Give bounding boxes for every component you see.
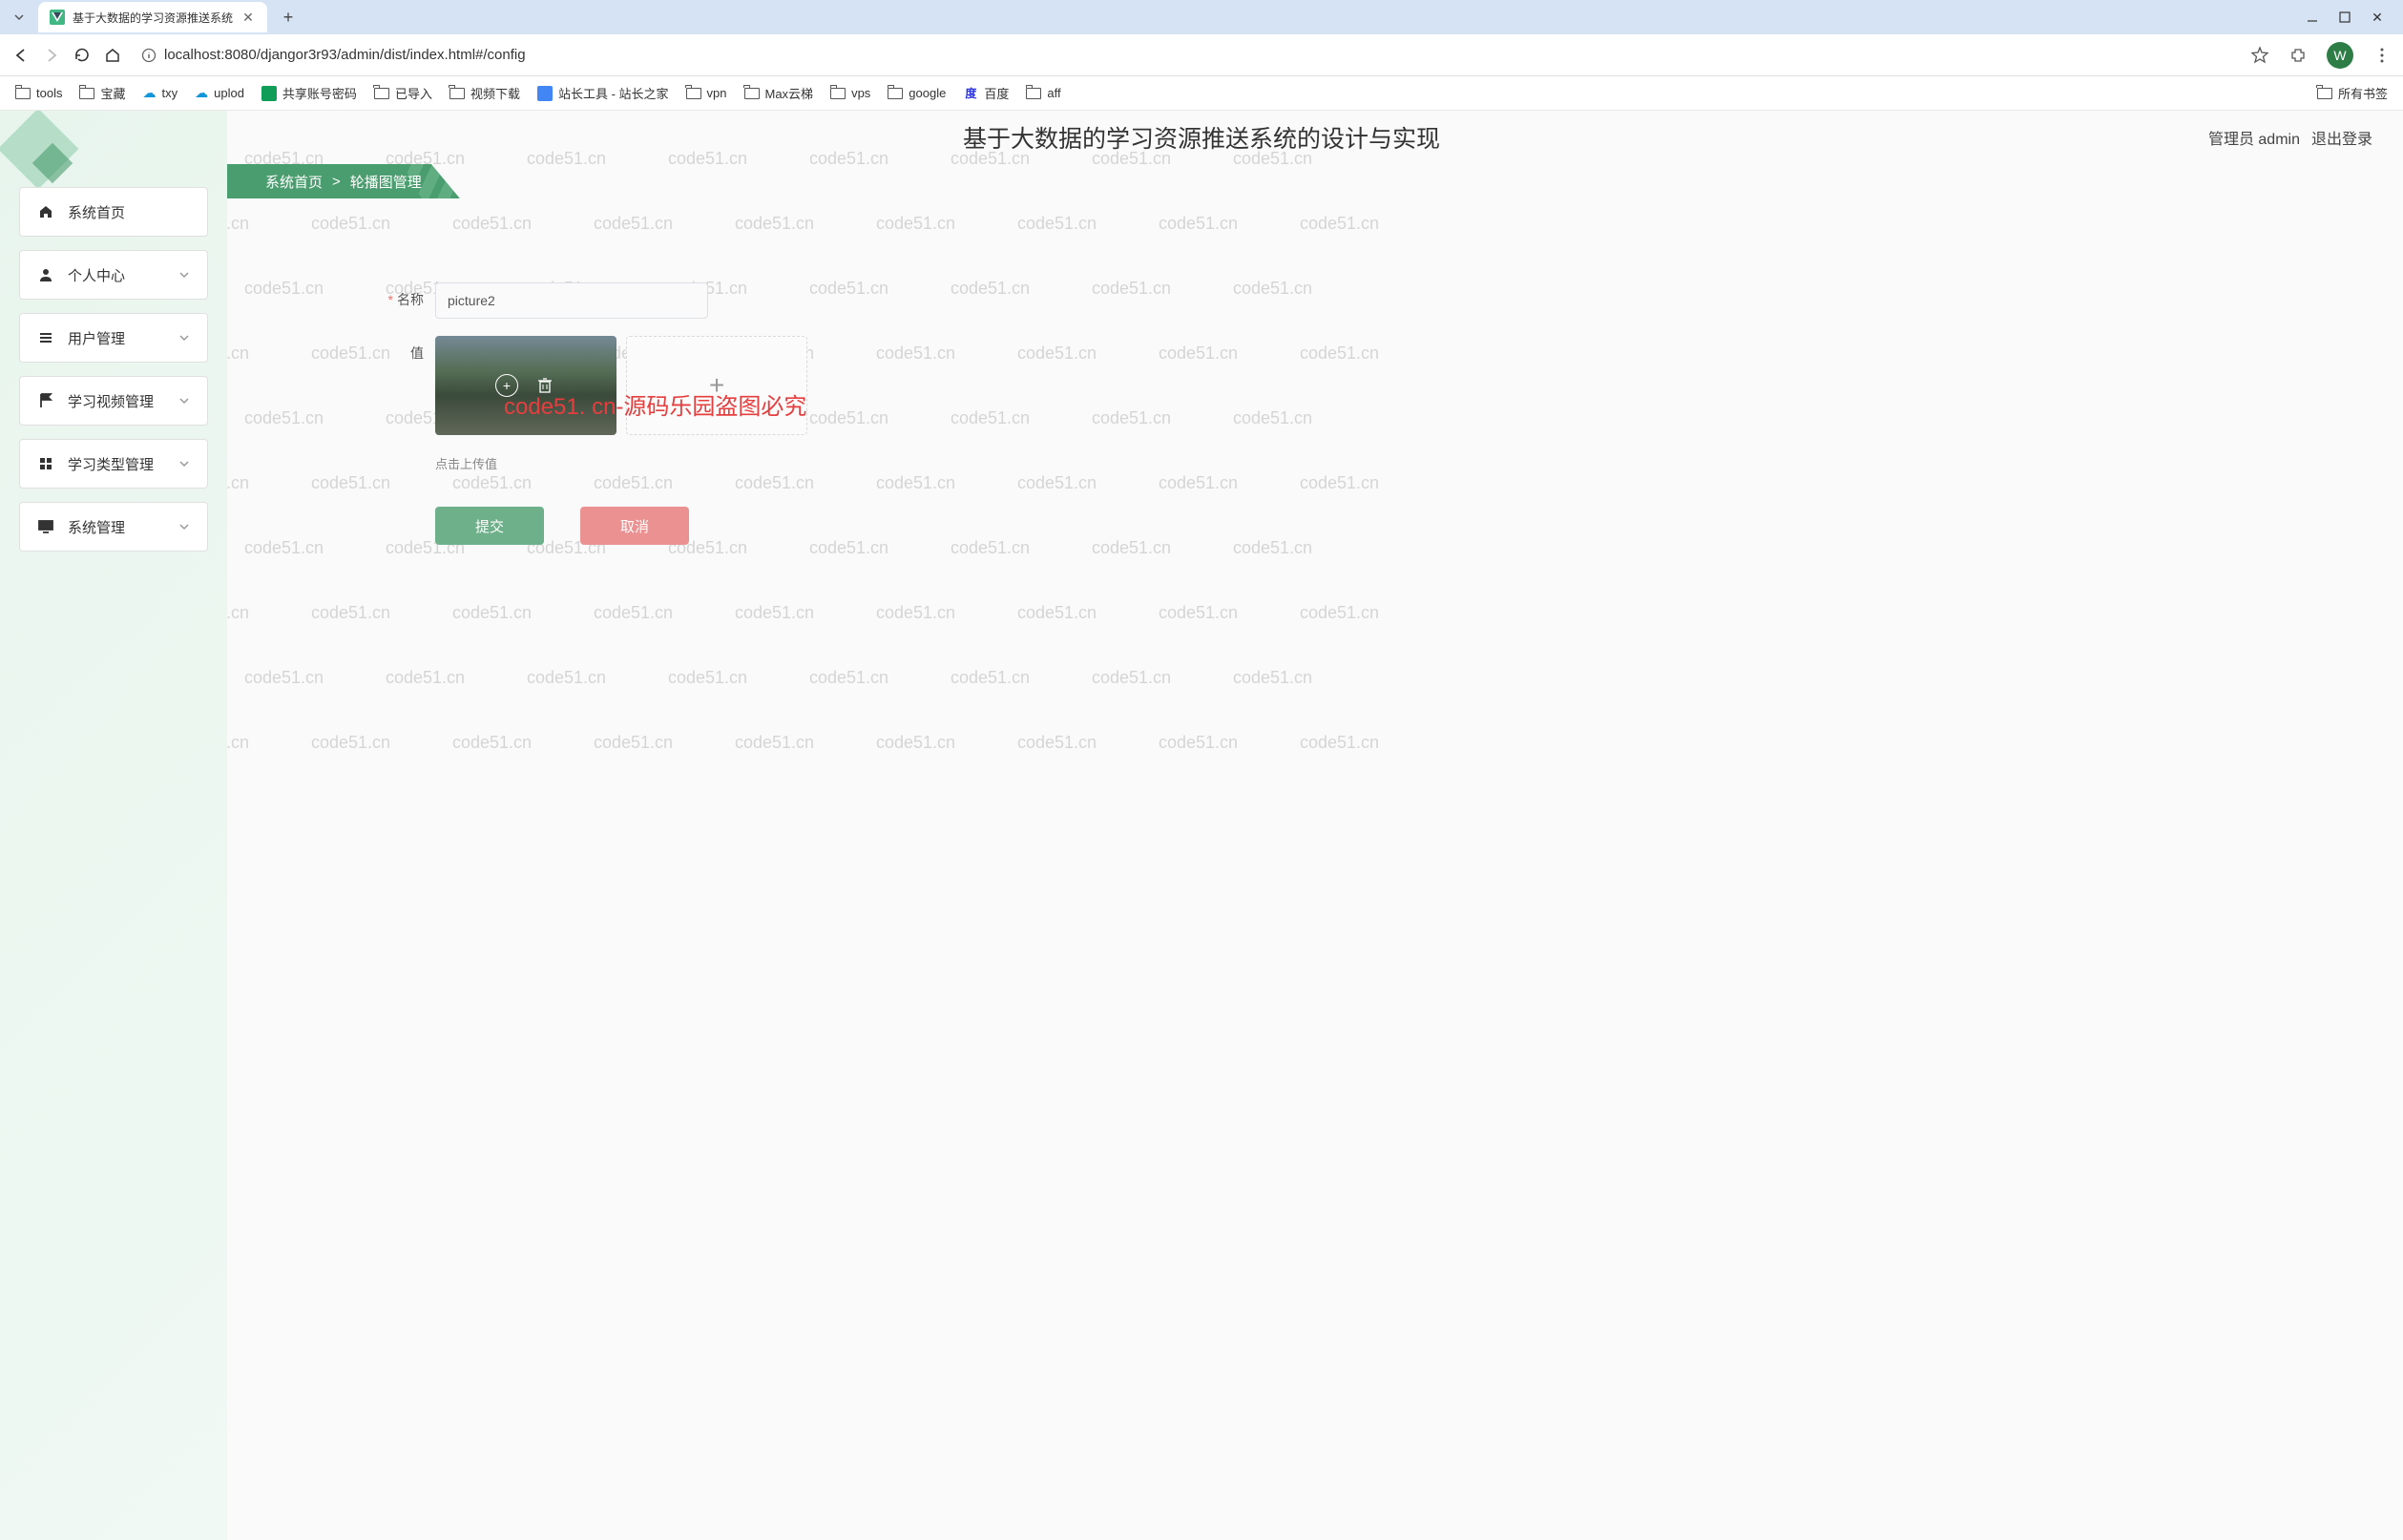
bookmark-item[interactable]: 度百度	[963, 84, 1009, 102]
list-icon	[37, 329, 54, 346]
sidebar-item[interactable]: 学习类型管理	[19, 439, 208, 489]
bookmark-label: Max云梯	[765, 84, 814, 102]
sidebar-item[interactable]: 用户管理	[19, 313, 208, 363]
admin-label[interactable]: 管理员 admin	[2208, 126, 2300, 149]
bookmark-label: uplod	[214, 86, 244, 100]
bookmark-label: google	[909, 86, 946, 100]
nav-back-button[interactable]	[11, 46, 31, 65]
bookmark-label: txy	[161, 86, 178, 100]
bookmark-item[interactable]: Max云梯	[744, 84, 814, 102]
form-label-name: *名称	[382, 282, 435, 309]
upload-add-button[interactable]: +	[626, 336, 807, 435]
nav-forward-button[interactable]	[42, 46, 61, 65]
sidebar-item-label: 学习视频管理	[68, 391, 154, 411]
browser-chrome: 基于大数据的学习资源推送系统 ✕ + ✕	[0, 0, 2403, 111]
sidebar-item-label: 用户管理	[68, 328, 125, 348]
zoom-icon[interactable]: +	[495, 374, 518, 397]
bookmark-bar: tools 宝藏 ☁txy ☁uplod 共享账号密码 已导入 视频下载 站长工具 - 站长之…	[0, 76, 2403, 111]
browser-tab[interactable]: 基于大数据的学习资源推送系统 ✕	[38, 2, 267, 32]
new-tab-button[interactable]: +	[275, 4, 302, 31]
maximize-button[interactable]	[2338, 10, 2351, 24]
url-bar[interactable]	[134, 47, 2239, 63]
trash-icon[interactable]	[533, 374, 556, 397]
home-icon	[37, 203, 54, 220]
tab-close-button[interactable]: ✕	[240, 10, 256, 25]
site-info-icon[interactable]	[141, 48, 157, 63]
bookmark-item[interactable]: 视频下载	[449, 84, 520, 102]
page-title: 基于大数据的学习资源推送系统的设计与实现	[963, 120, 1440, 155]
uploaded-image-thumb[interactable]: +	[435, 336, 616, 435]
bookmark-label: 视频下载	[470, 84, 520, 102]
sidebar-item-label: 个人中心	[68, 265, 125, 285]
upload-hint: 点击上传值	[435, 454, 807, 472]
grid-icon	[37, 455, 54, 472]
browser-menu-button[interactable]	[2372, 46, 2392, 65]
bookmark-item[interactable]: vps	[830, 86, 870, 100]
close-window-button[interactable]: ✕	[2371, 10, 2384, 24]
chevron-down-icon	[178, 458, 190, 469]
chevron-down-icon	[178, 332, 190, 343]
extensions-button[interactable]	[2288, 46, 2308, 65]
vue-favicon-icon	[50, 10, 65, 25]
form-label-value: 值	[382, 336, 435, 363]
chevron-down-icon	[178, 269, 190, 281]
app-header: 基于大数据的学习资源推送系统的设计与实现 管理员 admin 退出登录	[0, 111, 2403, 164]
bookmark-item[interactable]: google	[888, 86, 946, 100]
sidebar-item[interactable]: 系统管理	[19, 502, 208, 551]
sidebar-nav: 系统首页个人中心用户管理学习视频管理学习类型管理系统管理	[19, 187, 208, 565]
bookmark-label: 站长工具 - 站长之家	[558, 84, 669, 102]
nav-bar: W	[0, 34, 2403, 76]
bookmark-label: 已导入	[395, 84, 432, 102]
tab-title: 基于大数据的学习资源推送系统	[73, 10, 233, 26]
sidebar-item-label: 学习类型管理	[68, 454, 154, 474]
chevron-down-icon	[178, 395, 190, 406]
bookmark-label: aff	[1047, 86, 1060, 100]
tab-bar: 基于大数据的学习资源推送系统 ✕ + ✕	[0, 0, 2403, 34]
cancel-button[interactable]: 取消	[580, 507, 689, 545]
sidebar-item[interactable]: 系统首页	[19, 187, 208, 237]
bookmark-item[interactable]: ☁txy	[142, 85, 178, 101]
bookmark-label: 所有书签	[2338, 84, 2388, 102]
bookmark-item[interactable]: vpn	[686, 86, 727, 100]
breadcrumb-current: 轮播图管理	[350, 172, 422, 192]
bookmark-star-button[interactable]	[2250, 46, 2269, 65]
bookmark-label: vps	[851, 86, 870, 100]
bookmark-item[interactable]: 宝藏	[79, 84, 125, 102]
nav-home-button[interactable]	[103, 46, 122, 65]
breadcrumb-home[interactable]: 系统首页	[265, 172, 323, 192]
minimize-button[interactable]	[2306, 10, 2319, 24]
sidebar-item-label: 系统管理	[68, 517, 125, 537]
submit-button[interactable]: 提交	[435, 507, 544, 545]
nav-reload-button[interactable]	[73, 46, 92, 65]
bookmark-label: 百度	[984, 84, 1009, 102]
person-icon	[37, 266, 54, 283]
bookmark-item[interactable]: 共享账号密码	[261, 84, 357, 102]
name-input[interactable]	[435, 282, 708, 319]
bookmark-item[interactable]: tools	[15, 86, 62, 100]
all-bookmarks-link[interactable]: 所有书签	[2317, 84, 2388, 102]
bookmark-item[interactable]: ☁uplod	[195, 85, 244, 101]
sidebar-item[interactable]: 个人中心	[19, 250, 208, 300]
tab-list-dropdown[interactable]	[8, 6, 31, 29]
bookmark-label: tools	[36, 86, 62, 100]
sidebar-item[interactable]: 学习视频管理	[19, 376, 208, 426]
bookmark-item[interactable]: aff	[1026, 86, 1060, 100]
flag-icon	[37, 392, 54, 409]
bookmark-item[interactable]: 已导入	[374, 84, 432, 102]
monitor-icon	[37, 518, 54, 535]
chevron-down-icon	[178, 521, 190, 532]
form-area: *名称 值 + + 点击上传值	[382, 282, 807, 545]
bookmark-label: vpn	[707, 86, 727, 100]
breadcrumb-separator: >	[332, 174, 341, 190]
sidebar-item-label: 系统首页	[68, 202, 125, 222]
bookmark-label: 共享账号密码	[282, 84, 357, 102]
logout-link[interactable]: 退出登录	[2311, 126, 2372, 149]
profile-avatar[interactable]: W	[2327, 42, 2353, 69]
url-input[interactable]	[164, 47, 2239, 63]
bookmark-item[interactable]: 站长工具 - 站长之家	[537, 84, 669, 102]
bookmark-label: 宝藏	[100, 84, 125, 102]
breadcrumb: 系统首页 > 轮播图管理	[227, 164, 460, 198]
